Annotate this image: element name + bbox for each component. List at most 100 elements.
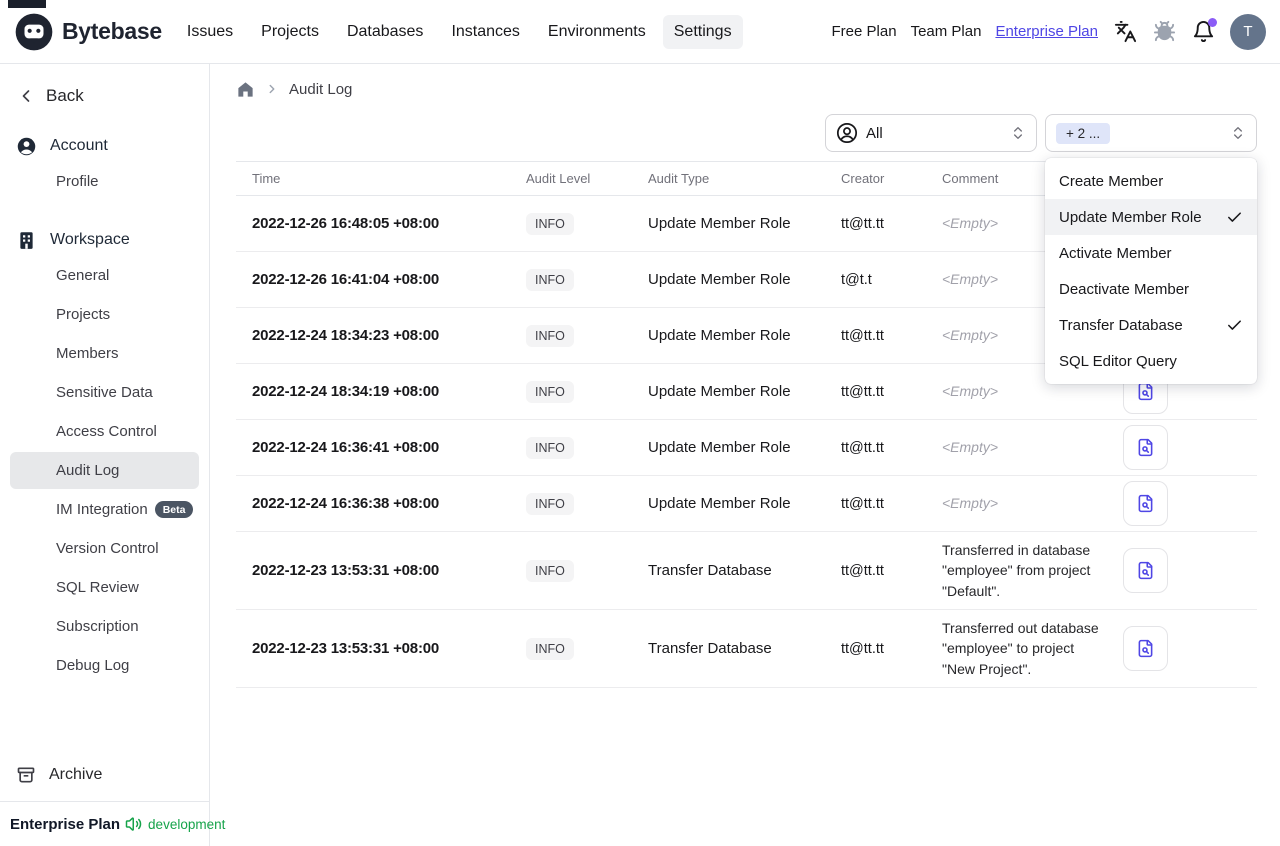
view-detail-button[interactable] — [1123, 481, 1168, 526]
file-search-icon — [1138, 561, 1153, 580]
column-header-time: Time — [252, 171, 281, 186]
sidebar-item-version-control[interactable]: Version Control — [10, 530, 199, 567]
cell-time: 2022-12-24 18:34:23 +08:00 — [252, 327, 440, 344]
cell-audit-level: INFO — [510, 559, 632, 582]
sidebar-item-debug-log[interactable]: Debug Log — [10, 647, 199, 684]
menu-item-sql-editor-query[interactable]: SQL Editor Query — [1045, 343, 1257, 379]
check-icon — [1226, 317, 1243, 334]
audit-level-badge: INFO — [526, 559, 574, 582]
bug-icon[interactable] — [1152, 20, 1176, 44]
audit-type-menu: Create Member Update Member Role Activate … — [1045, 158, 1257, 384]
plan-links: Free Plan Team Plan Enterprise Plan — [832, 23, 1098, 40]
sidebar-item-profile[interactable]: Profile — [10, 163, 199, 200]
notification-dot — [1208, 17, 1217, 27]
audit-level-badge: INFO — [526, 637, 574, 660]
column-header-audit-level: Audit Level — [526, 171, 591, 186]
cell-time: 2022-12-26 16:41:04 +08:00 — [252, 271, 440, 288]
main-nav: Issues Projects Databases Instances Environm… — [176, 14, 743, 49]
nav-instances[interactable]: Instances — [440, 15, 530, 49]
file-search-icon — [1138, 494, 1153, 513]
menu-item-activate-member[interactable]: Activate Member — [1045, 235, 1257, 271]
cell-comment: Transferred in database "employee" from … — [942, 542, 1091, 599]
sidebar-item-sql-review[interactable]: SQL Review — [10, 569, 199, 606]
sidebar-item-label: Projects — [56, 306, 111, 323]
cell-audit-type: Update Member Role — [648, 271, 791, 288]
audit-level-badge: INFO — [526, 268, 574, 291]
cell-audit-type: Update Member Role — [648, 327, 791, 344]
menu-item-label: Activate Member — [1059, 244, 1172, 262]
menu-item-deactivate-member[interactable]: Deactivate Member — [1045, 271, 1257, 307]
sidebar-item-archive[interactable]: Archive — [0, 755, 209, 801]
avatar[interactable]: T — [1230, 13, 1266, 50]
nav-databases[interactable]: Databases — [336, 15, 435, 49]
audit-level-badge: INFO — [526, 380, 574, 403]
cell-creator: tt@tt.tt — [841, 383, 884, 400]
menu-item-transfer-database[interactable]: Transfer Database — [1045, 307, 1257, 343]
selected-types-chip: + 2 ... — [1056, 122, 1111, 144]
view-detail-button[interactable] — [1123, 548, 1168, 593]
view-detail-button[interactable] — [1123, 425, 1168, 470]
brand[interactable]: Bytebase — [14, 12, 162, 52]
audit-level-badge: INFO — [526, 492, 574, 515]
sidebar-item-im-integration[interactable]: IM Integration Beta — [10, 491, 199, 528]
check-icon — [1226, 209, 1243, 226]
home-icon[interactable] — [236, 80, 255, 99]
speaker-icon[interactable] — [125, 815, 143, 833]
cell-time: 2022-12-24 16:36:41 +08:00 — [252, 439, 440, 456]
cell-time: 2022-12-24 16:36:38 +08:00 — [252, 495, 440, 512]
breadcrumb-separator-icon — [265, 82, 279, 96]
menu-item-update-member-role[interactable]: Update Member Role — [1045, 199, 1257, 235]
sidebar-item-sensitive-data[interactable]: Sensitive Data — [10, 374, 199, 411]
audit-level-badge: INFO — [526, 436, 574, 459]
view-detail-button[interactable] — [1123, 626, 1168, 671]
sidebar-item-label: IM Integration — [56, 501, 148, 518]
cell-creator: tt@tt.tt — [841, 327, 884, 344]
plan-free-plan: Free Plan — [831, 23, 897, 40]
cell-comment: <Empty> — [942, 495, 999, 512]
cell-creator: tt@tt.tt — [841, 562, 884, 579]
nav-environments[interactable]: Environments — [537, 15, 657, 49]
cell-actions — [1107, 425, 1257, 470]
nav-projects[interactable]: Projects — [250, 15, 330, 49]
creator-filter-select[interactable]: All — [825, 114, 1037, 152]
back-button[interactable]: Back — [0, 64, 209, 108]
cell-time: 2022-12-26 16:48:05 +08:00 — [252, 215, 440, 232]
file-search-icon — [1138, 639, 1153, 658]
sidebar-item-label: Members — [56, 345, 119, 362]
file-search-icon — [1138, 382, 1153, 401]
nav-issues[interactable]: Issues — [176, 15, 244, 49]
plan-footer: Enterprise Plan development — [0, 801, 225, 846]
cell-audit-type: Update Member Role — [648, 215, 791, 232]
breadcrumb-current[interactable]: Audit Log — [289, 81, 352, 98]
sidebar-item-subscription[interactable]: Subscription — [10, 608, 199, 645]
sidebar-item-label: Audit Log — [56, 462, 120, 479]
archive-icon — [16, 765, 36, 785]
language-icon[interactable] — [1113, 20, 1137, 44]
plan-enterprise-plan[interactable]: Enterprise Plan — [995, 23, 1098, 40]
menu-item-label: Transfer Database — [1059, 316, 1183, 334]
sidebar-section-account: Account — [0, 131, 209, 161]
cell-creator: tt@tt.tt — [841, 439, 884, 456]
cell-audit-level: INFO — [510, 380, 632, 403]
back-label: Back — [46, 86, 84, 105]
cell-creator: t@t.t — [841, 271, 872, 288]
column-header-creator: Creator — [841, 171, 885, 186]
nav-settings[interactable]: Settings — [662, 14, 743, 49]
table-row: 2022-12-24 16:36:38 +08:00 INFO Update Mem… — [236, 476, 1257, 532]
sidebar-item-audit-log[interactable]: Audit Log — [10, 452, 199, 489]
notification-bell-icon[interactable] — [1191, 17, 1217, 44]
file-search-icon — [1138, 438, 1153, 457]
menu-item-create-member[interactable]: Create Member — [1045, 163, 1257, 199]
sidebar-item-access-control[interactable]: Access Control — [10, 413, 199, 450]
sidebar-item-label: Debug Log — [56, 657, 130, 674]
creator-filter-value: All — [866, 124, 883, 142]
audit-type-filter-select[interactable]: + 2 ... — [1045, 114, 1257, 152]
sidebar-item-label: Profile — [56, 173, 99, 190]
sidebar-item-projects[interactable]: Projects — [10, 296, 199, 333]
cell-actions — [1107, 481, 1257, 526]
sidebar-item-members[interactable]: Members — [10, 335, 199, 372]
brand-text: Bytebase — [62, 18, 162, 44]
audit-level-badge: INFO — [526, 324, 574, 347]
sidebar-item-general[interactable]: General — [10, 257, 199, 294]
account-icon — [16, 136, 37, 157]
